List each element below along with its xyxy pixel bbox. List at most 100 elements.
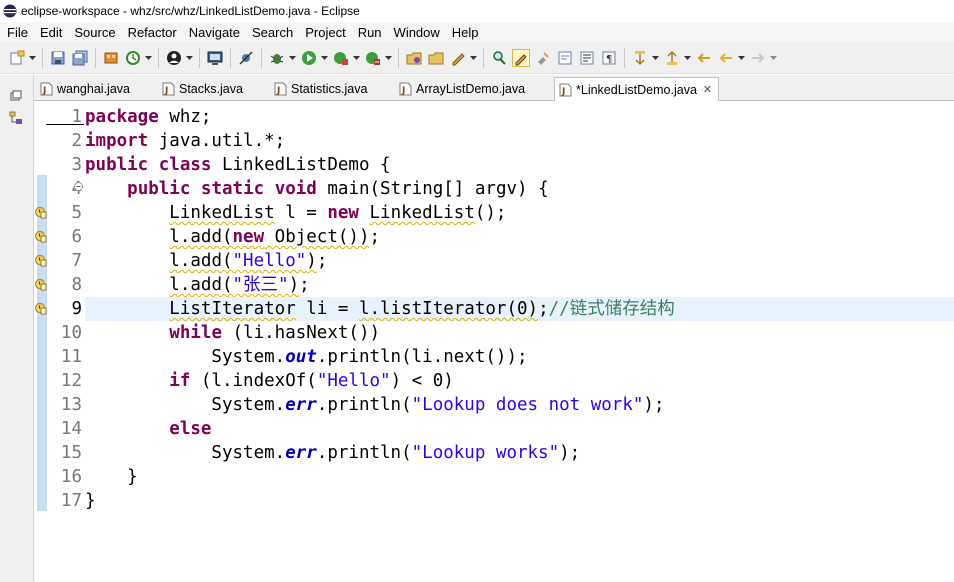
- external-tools-dropdown-icon[interactable]: [384, 49, 392, 67]
- forward-icon[interactable]: [749, 49, 767, 67]
- prev-annotation-icon[interactable]: [663, 49, 681, 67]
- tab-arraylistdemo[interactable]: J ArrayListDemo.java: [399, 77, 525, 101]
- new-dropdown-icon[interactable]: [28, 49, 36, 67]
- back-icon[interactable]: [717, 49, 735, 67]
- open-task-icon[interactable]: [449, 49, 467, 67]
- tab-label: wanghai.java: [57, 82, 130, 96]
- line-number: 3: [71, 155, 82, 175]
- toolbar-separator: [624, 47, 625, 68]
- code-token: Object()): [264, 227, 370, 247]
- code-line[interactable]: public class LinkedListDemo {: [85, 153, 954, 177]
- tab-stacks[interactable]: J Stacks.java: [162, 77, 243, 101]
- menu-edit[interactable]: Edit: [33, 25, 67, 40]
- toggle-mark-occurrences-icon[interactable]: [512, 48, 530, 67]
- code-token: ();: [474, 203, 507, 223]
- code-token: (l.indexOf(: [190, 371, 317, 391]
- code-token: err: [285, 395, 317, 415]
- warning-marker-icon[interactable]: [35, 254, 47, 267]
- history-icon[interactable]: [124, 49, 142, 67]
- external-tools-icon[interactable]: [364, 49, 382, 67]
- menu-search[interactable]: Search: [245, 25, 298, 40]
- code-line[interactable]: if (l.indexOf("Hello") < 0): [85, 369, 954, 393]
- code-line[interactable]: l.add(new Object());: [85, 225, 954, 249]
- open-type-icon[interactable]: [427, 49, 445, 67]
- prev-annotation-dropdown-icon[interactable]: [683, 49, 691, 67]
- tab-statistics[interactable]: J Statistics.java: [274, 77, 367, 101]
- search-icon[interactable]: [490, 49, 508, 67]
- coverage-dropdown-icon[interactable]: [352, 49, 360, 67]
- code-line[interactable]: else: [85, 417, 954, 441]
- menu-refactor[interactable]: Refactor: [121, 25, 182, 40]
- code-token: ): [288, 275, 300, 295]
- menu-help[interactable]: Help: [445, 25, 484, 40]
- code-line[interactable]: }: [85, 489, 954, 513]
- menu-file[interactable]: File: [0, 25, 33, 40]
- code-line[interactable]: l.add("张三");: [85, 273, 954, 297]
- code-line[interactable]: System.err.println("Lookup works");: [85, 441, 954, 465]
- code-line[interactable]: while (li.hasNext()): [85, 321, 954, 345]
- close-icon[interactable]: ✕: [703, 83, 712, 96]
- new-package-icon[interactable]: [405, 49, 423, 67]
- menu-navigate[interactable]: Navigate: [182, 25, 245, 40]
- toolbar-separator: [95, 47, 96, 68]
- skip-breakpoints-icon[interactable]: [237, 49, 255, 67]
- line-number-ruler: 1234567891011121314151617: [48, 105, 82, 513]
- line-number: 9: [71, 299, 82, 319]
- debug-dropdown-icon[interactable]: [288, 49, 296, 67]
- pilcrow-icon[interactable]: ¶: [600, 49, 618, 67]
- restore-icon[interactable]: [9, 89, 23, 103]
- code-line[interactable]: import java.util.*;: [85, 129, 954, 153]
- run-dropdown-icon[interactable]: [320, 49, 328, 67]
- svg-text:J: J: [401, 86, 405, 96]
- warning-marker-icon[interactable]: [35, 302, 47, 315]
- warning-marker-icon[interactable]: [35, 278, 47, 291]
- code-text-area[interactable]: package whz; import java.util.*; public cl…: [85, 105, 954, 513]
- code-token: (li.hasNext()): [221, 323, 381, 343]
- terminal-icon[interactable]: [206, 49, 224, 67]
- profile-dropdown-icon[interactable]: [185, 49, 193, 67]
- run-icon[interactable]: [300, 49, 318, 67]
- code-token: "张三": [232, 275, 289, 295]
- open-task-dropdown-icon[interactable]: [469, 49, 477, 67]
- forward-dropdown-icon[interactable]: [769, 49, 777, 67]
- last-edit-icon[interactable]: [695, 49, 713, 67]
- code-token: .println(: [316, 395, 412, 415]
- profile-icon[interactable]: [165, 49, 183, 67]
- menu-project[interactable]: Project: [298, 25, 350, 40]
- word-wrap-icon[interactable]: [578, 49, 596, 67]
- tab-wanghai[interactable]: J wanghai.java: [40, 77, 130, 101]
- code-line[interactable]: l.add("Hello");: [85, 249, 954, 273]
- menu-source[interactable]: Source: [67, 25, 120, 40]
- package-explorer-icon[interactable]: [9, 111, 23, 125]
- code-line[interactable]: public static void main(String[] argv) {: [85, 177, 954, 201]
- code-line[interactable]: System.out.println(li.next());: [85, 345, 954, 369]
- history-dropdown-icon[interactable]: [144, 49, 152, 67]
- tab-linkedlistdemo[interactable]: J *LinkedListDemo.java ✕: [554, 77, 720, 101]
- warning-marker-icon[interactable]: [35, 206, 47, 219]
- back-dropdown-icon[interactable]: [737, 49, 745, 67]
- show-whitespace-icon[interactable]: [556, 49, 574, 67]
- code-token: //链式储存结构: [548, 299, 675, 319]
- save-all-icon[interactable]: [71, 49, 89, 67]
- code-line[interactable]: System.err.println("Lookup does not work…: [85, 393, 954, 417]
- menu-window[interactable]: Window: [387, 25, 445, 40]
- fold-collapse-icon[interactable]: [74, 182, 83, 191]
- warning-marker-icon[interactable]: [35, 230, 47, 243]
- code-editor[interactable]: 1234567891011121314151617 package whz;im…: [34, 101, 954, 582]
- code-line[interactable]: ListIterator li = l.listIterator(0);//链式…: [85, 297, 954, 321]
- code-token: LinkedList: [369, 203, 475, 223]
- block-selection-icon[interactable]: [534, 49, 552, 67]
- coverage-icon[interactable]: [332, 49, 350, 67]
- new-icon[interactable]: [8, 49, 26, 67]
- code-line[interactable]: package whz;: [85, 105, 954, 129]
- build-icon[interactable]: [102, 49, 120, 67]
- save-icon[interactable]: [49, 49, 67, 67]
- next-annotation-icon[interactable]: [631, 49, 649, 67]
- menu-run[interactable]: Run: [351, 25, 387, 40]
- debug-icon[interactable]: [268, 49, 286, 67]
- next-annotation-dropdown-icon[interactable]: [651, 49, 659, 67]
- code-line[interactable]: }: [85, 465, 954, 489]
- code-line[interactable]: LinkedList l = new LinkedList();: [85, 201, 954, 225]
